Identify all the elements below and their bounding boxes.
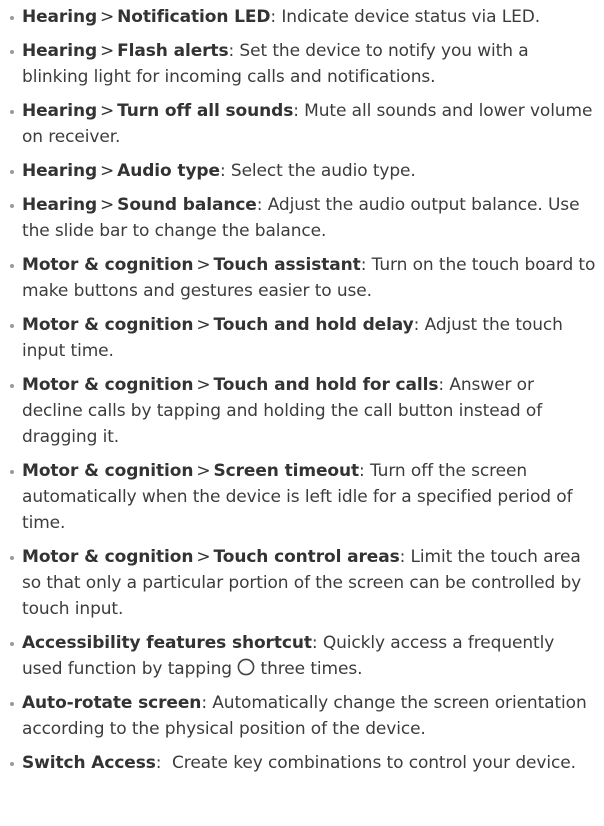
path-separator: > <box>196 255 211 275</box>
list-item: Motor & cognition > Touch control areas: L… <box>8 544 598 622</box>
item-description: Indicate device status via LED. <box>276 7 541 27</box>
list-item: Motor & cognition > Touch and hold delay: … <box>8 312 598 364</box>
path-category: Motor & cognition <box>22 315 194 335</box>
path-setting: Flash alerts <box>117 41 229 61</box>
path-separator: > <box>196 315 211 335</box>
path-setting: Notification LED <box>117 7 271 27</box>
list-item: Motor & cognition > Screen timeout: Turn o… <box>8 458 598 536</box>
path-category: Motor & cognition <box>22 375 194 395</box>
list-item-switch-access: Switch Access: Create key combinations t… <box>8 750 598 776</box>
path-setting: Touch assistant <box>213 255 361 275</box>
path-separator: > <box>100 7 115 27</box>
list-item: Hearing > Audio type: Select the audio typ… <box>8 158 598 184</box>
path-separator: > <box>100 195 115 215</box>
path-category: Motor & cognition <box>22 461 194 481</box>
path-category: Hearing <box>22 7 98 27</box>
list-item: Hearing > Flash alerts: Set the device to … <box>8 38 598 90</box>
path-category: Motor & cognition <box>22 547 194 567</box>
path-setting: Turn off all sounds <box>117 101 294 121</box>
path-category: Motor & cognition <box>22 255 194 275</box>
path-category: Hearing <box>22 161 98 181</box>
switch-access-description: Create key combinations to control your … <box>161 753 576 773</box>
path-setting: Screen timeout <box>213 461 360 481</box>
autorotate-title: Auto-rotate screen <box>22 693 202 713</box>
settings-list: Hearing > Notification LED: Indicate devic… <box>8 4 598 776</box>
list-item: Hearing > Turn off all sounds: Mute all so… <box>8 98 598 150</box>
document-page: Hearing > Notification LED: Indicate devic… <box>0 0 604 826</box>
path-category: Hearing <box>22 41 98 61</box>
shortcut-description-end: three times. <box>255 659 363 679</box>
path-setting: Audio type <box>117 161 220 181</box>
home-button-circle-icon <box>237 658 255 676</box>
list-item-shortcut: Accessibility features shortcut: Quickly… <box>8 630 598 682</box>
list-item: Hearing > Notification LED: Indicate devic… <box>8 4 598 30</box>
path-separator: > <box>196 461 211 481</box>
path-setting: Touch and hold for calls <box>213 375 439 395</box>
path-separator: > <box>100 41 115 61</box>
path-separator: > <box>100 161 115 181</box>
path-separator: > <box>196 375 211 395</box>
path-separator: > <box>100 101 115 121</box>
list-item-autorotate: Auto-rotate screen: Automatically change… <box>8 690 598 742</box>
path-setting: Sound balance <box>117 195 257 215</box>
list-item: Hearing > Sound balance: Adjust the audio … <box>8 192 598 244</box>
path-setting: Touch control areas <box>213 547 400 567</box>
switch-access-title: Switch Access <box>22 753 156 773</box>
path-separator: > <box>196 547 211 567</box>
path-category: Hearing <box>22 101 98 121</box>
shortcut-title: Accessibility features shortcut <box>22 633 312 653</box>
path-category: Hearing <box>22 195 98 215</box>
item-description: Select the audio type. <box>225 161 416 181</box>
path-setting: Touch and hold delay <box>213 315 414 335</box>
list-item: Motor & cognition > Touch assistant: Turn … <box>8 252 598 304</box>
list-item: Motor & cognition > Touch and hold for cal… <box>8 372 598 450</box>
